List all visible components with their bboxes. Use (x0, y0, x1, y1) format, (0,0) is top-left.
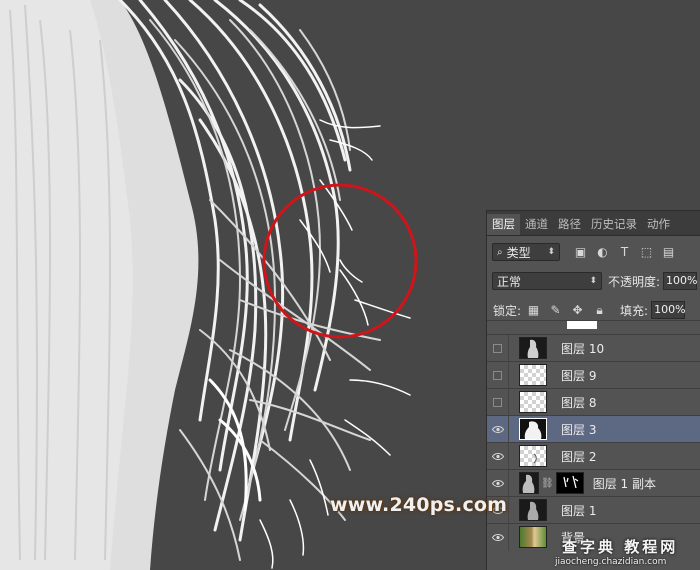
eye-icon (491, 452, 504, 460)
visibility-toggle[interactable] (487, 361, 509, 389)
site-watermark: www.240ps.com (330, 494, 508, 516)
filter-kind-select[interactable]: ⌕ 类型 ⬍ (492, 243, 560, 261)
layer-row-layer-3[interactable]: 图层 3 (487, 415, 700, 443)
layer-thumbnail (519, 445, 547, 467)
layer-thumbnail (519, 499, 547, 521)
visibility-toggle[interactable] (487, 388, 509, 416)
mask-strokes (563, 475, 579, 489)
tab-history[interactable]: 历史记录 (586, 214, 642, 235)
layer-thumbnail (519, 526, 547, 548)
layer-mask-thumbnail[interactable] (555, 472, 584, 494)
layer-name: 图层 3 (561, 422, 597, 437)
visibility-toggle[interactable] (487, 442, 509, 470)
thumbnail-figure (522, 474, 535, 493)
layer-name: 图层 2 (561, 449, 597, 464)
layer-name: 图层 1 (561, 503, 597, 518)
thumbnail-figure (527, 339, 539, 358)
layer-row-layer-1[interactable]: 图层 1 (487, 496, 700, 524)
tab-channels[interactable]: 通道 (520, 214, 553, 235)
layer-name: 图层 8 (561, 395, 597, 410)
scrolled-layer-strip (487, 320, 700, 331)
layer-thumbnail (567, 321, 597, 329)
blend-row: 正常 ⬍ 不透明度: 100% (487, 272, 700, 290)
lock-row: 锁定: ▦ ✎ ✥ 🔒︎ 填充: 100% (487, 301, 700, 319)
type-filter-icon[interactable]: T (618, 245, 631, 259)
brand-watermark: 查字典 教程网 (562, 538, 679, 556)
layer-filter-row: ⌕ 类型 ⬍ ▣ ◐ T ⬚ ▤ (487, 243, 700, 261)
layer-row-layer-9[interactable]: 图层 9 (487, 361, 700, 389)
chevron-updown-icon: ⬍ (547, 247, 555, 257)
opacity-input[interactable]: 100% (663, 272, 698, 290)
layer-thumbnail (519, 472, 539, 494)
blend-mode-select[interactable]: 正常 ⬍ (492, 272, 602, 290)
eye-icon (491, 425, 504, 433)
adjustment-filter-icon[interactable]: ◐ (596, 245, 609, 259)
thumbnail-figure (527, 501, 539, 520)
url-watermark: jiaocheng.chazidian.com (555, 557, 667, 567)
search-icon: ⌕ (497, 246, 503, 258)
lock-paint-icon[interactable]: ✎ (549, 303, 562, 317)
hidden-box-icon (493, 397, 502, 407)
hidden-box-icon (493, 370, 502, 380)
visibility-toggle[interactable] (487, 523, 509, 551)
lock-transparent-icon[interactable]: ▦ (527, 303, 540, 317)
layer-thumbnail (519, 418, 547, 440)
layer-row-layer-10[interactable]: 图层 10 (487, 334, 700, 362)
panel-tabs: 图层 通道 路径 历史记录 动作 (487, 211, 700, 236)
tab-paths[interactable]: 路径 (553, 214, 586, 235)
eye-icon (491, 479, 504, 487)
lock-position-icon[interactable]: ✥ (571, 303, 584, 317)
layer-name: 图层 10 (561, 341, 605, 356)
fill-label: 填充: (620, 303, 649, 318)
lock-label: 锁定: (493, 303, 522, 318)
layer-thumbnail (519, 364, 547, 386)
thumbnail-figure (524, 421, 542, 439)
layer-row-layer-1-copy[interactable]: ⛓ 图层 1 副本 (487, 469, 700, 497)
shape-filter-icon[interactable]: ⬚ (640, 245, 653, 259)
link-chain-icon[interactable]: ⛓ (541, 478, 554, 489)
tab-actions[interactable]: 动作 (642, 214, 675, 235)
eye-icon (491, 533, 504, 541)
layer-row-layer-8[interactable]: 图层 8 (487, 388, 700, 416)
blend-mode-label: 正常 (497, 274, 522, 289)
visibility-toggle[interactable] (487, 469, 509, 497)
chevron-updown-icon: ⬍ (589, 276, 597, 286)
layers-panel: 图层 通道 路径 历史记录 动作 ⌕ 类型 ⬍ ▣ ◐ T ⬚ ▤ 正常 ⬍ 不… (486, 210, 700, 570)
layer-name: 图层 1 副本 (592, 476, 656, 491)
layer-thumbnail (519, 337, 547, 359)
visibility-toggle[interactable] (487, 415, 509, 443)
image-filter-icon[interactable]: ▣ (574, 245, 587, 259)
layer-name: 图层 9 (561, 368, 597, 383)
visibility-toggle[interactable] (487, 334, 509, 362)
smart-object-filter-icon[interactable]: ▤ (662, 245, 675, 259)
tab-layers[interactable]: 图层 (487, 214, 520, 235)
fill-input[interactable]: 100% (651, 301, 686, 319)
filter-kind-label: 类型 (506, 245, 531, 260)
hidden-box-icon (493, 343, 502, 353)
layer-thumbnail (519, 391, 547, 413)
layer-row-layer-2[interactable]: 图层 2 (487, 442, 700, 470)
thumbnail-figure (533, 453, 537, 464)
opacity-label: 不透明度: (608, 274, 661, 289)
lock-all-icon[interactable]: 🔒︎ (593, 303, 606, 317)
